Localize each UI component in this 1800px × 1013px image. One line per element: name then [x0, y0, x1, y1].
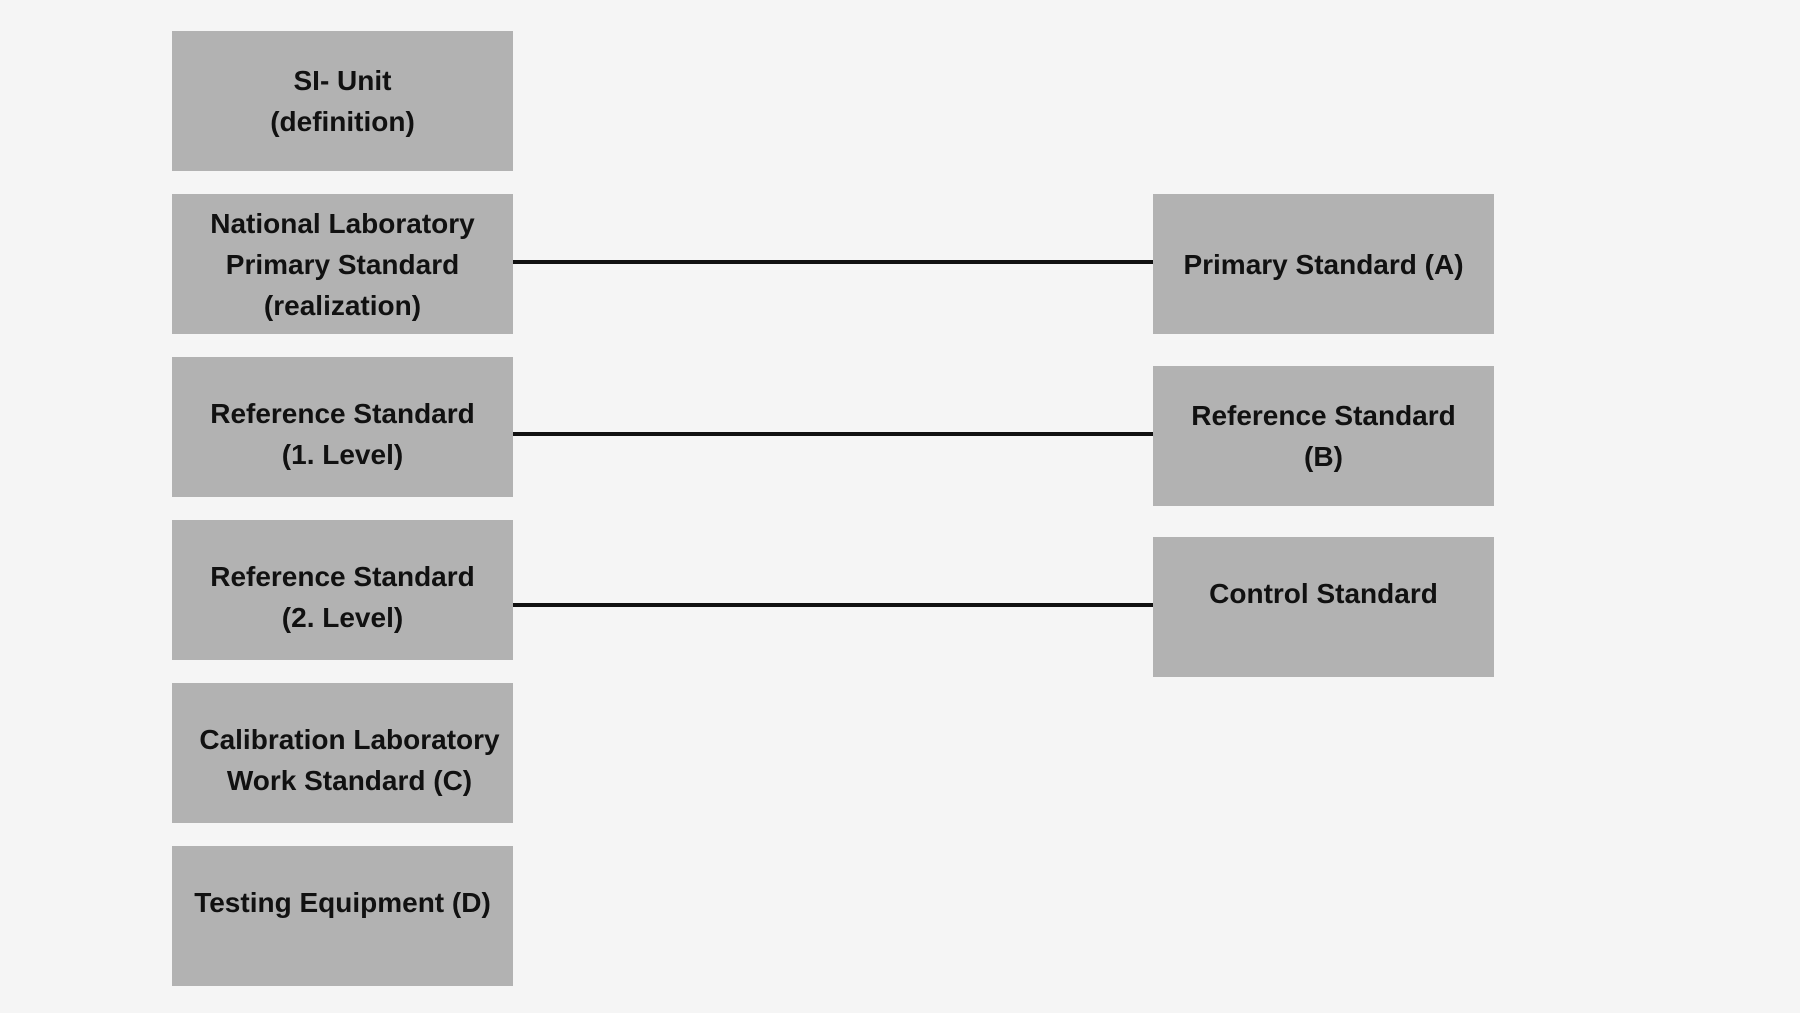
- node-national-laboratory: National Laboratory Primary Standard (re…: [172, 194, 513, 334]
- node-reference-standard-level-2: Reference Standard (2. Level): [172, 520, 513, 660]
- node-reference-standard-level-1: Reference Standard (1. Level): [172, 357, 513, 497]
- node-primary-standard-a: Primary Standard (A): [1153, 194, 1494, 334]
- connector-level2-to-control: [513, 603, 1153, 607]
- connector-national-to-primary: [513, 260, 1153, 264]
- node-testing-equipment: Testing Equipment (D): [172, 846, 513, 986]
- node-si-unit: SI- Unit (definition): [172, 31, 513, 171]
- connector-level1-to-reference-b: [513, 432, 1153, 436]
- node-reference-standard-b: Reference Standard (B): [1153, 366, 1494, 506]
- node-calibration-laboratory: Calibration Laboratory Work Standard (C): [172, 683, 513, 823]
- node-control-standard: Control Standard: [1153, 537, 1494, 677]
